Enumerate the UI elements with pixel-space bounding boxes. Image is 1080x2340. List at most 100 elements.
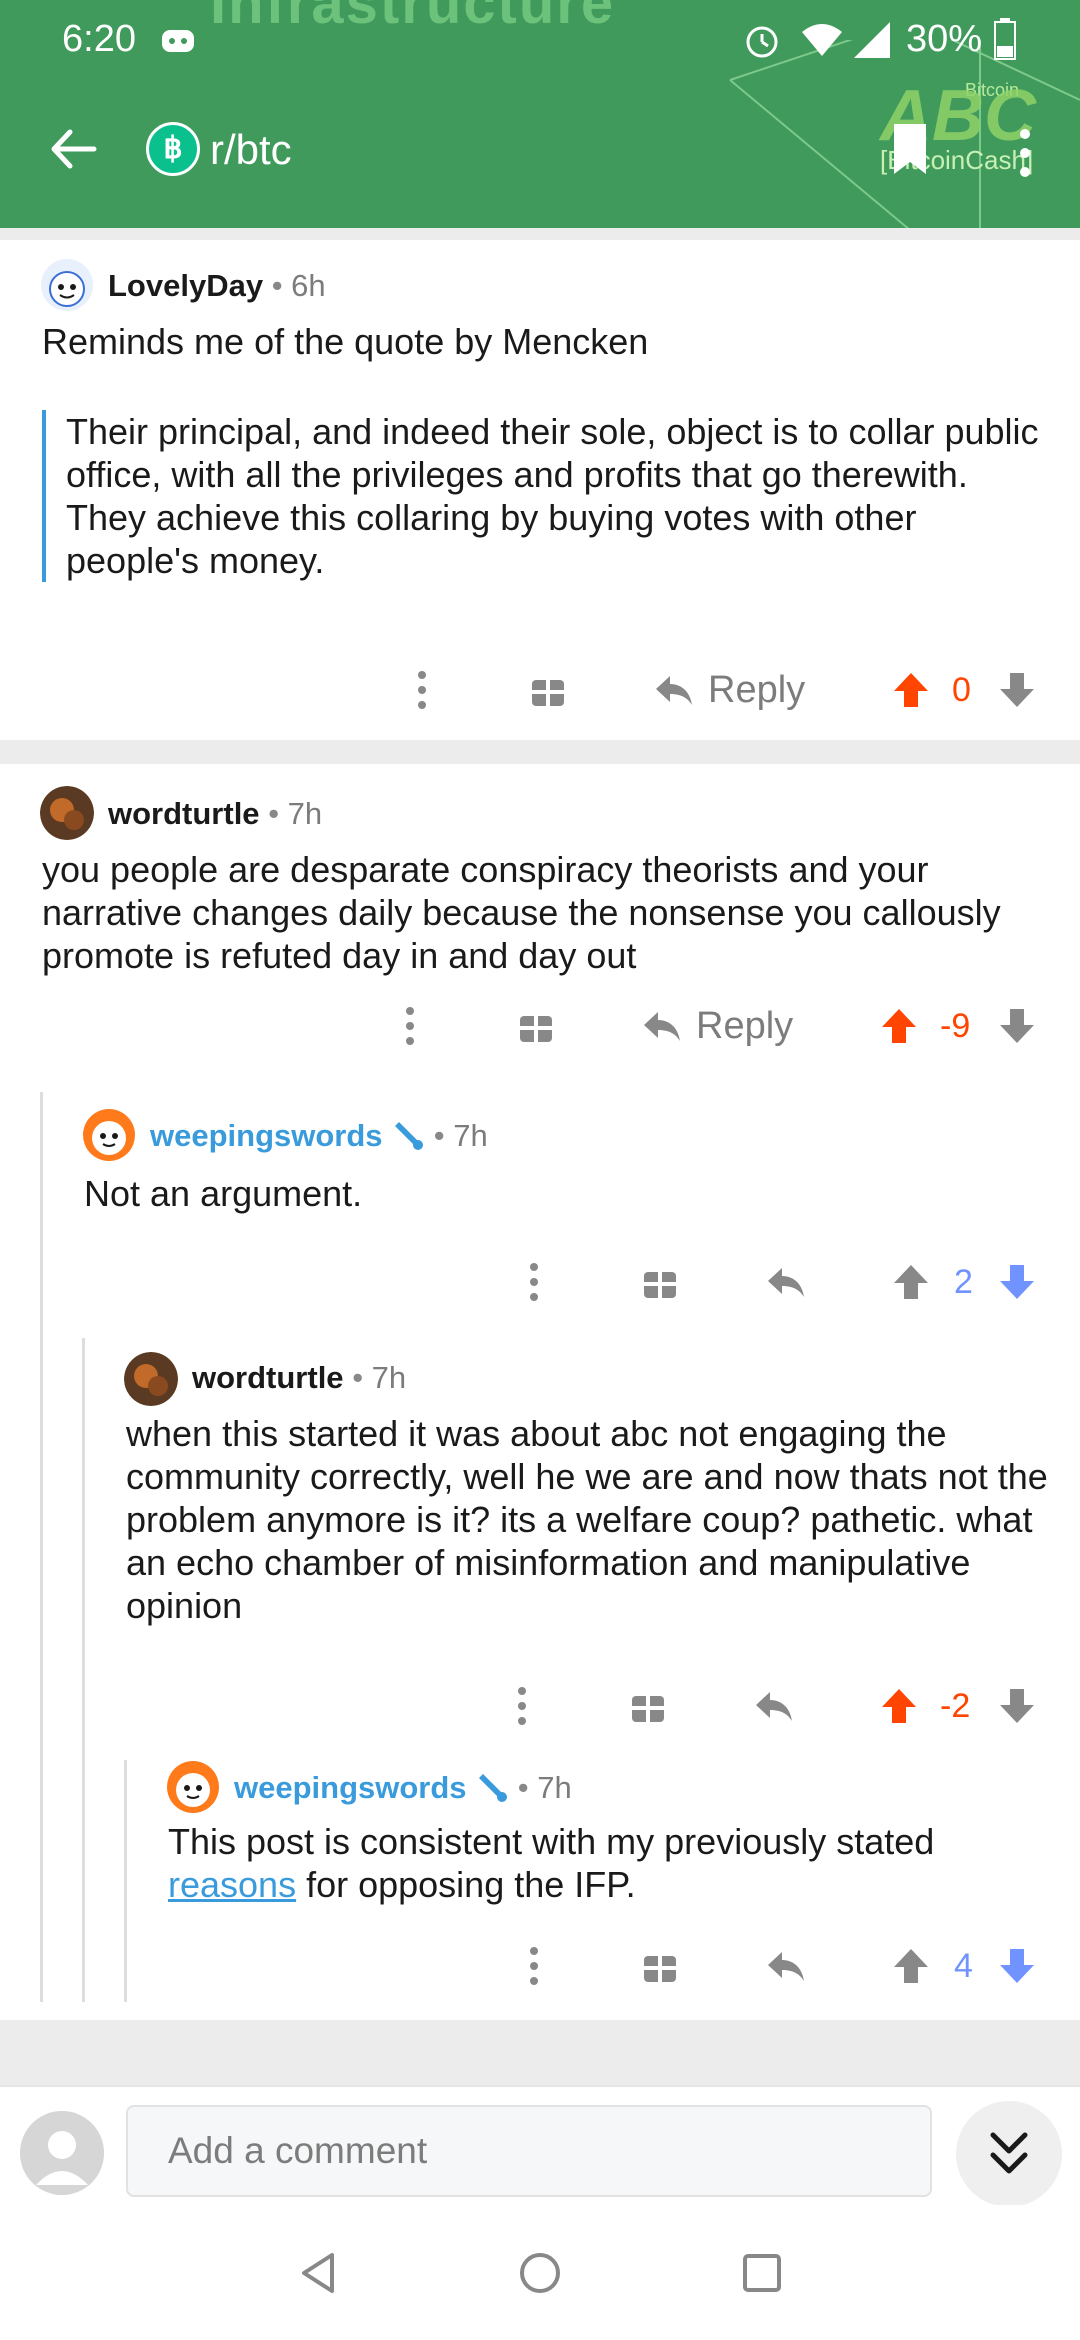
reply-button[interactable] — [766, 1936, 806, 1996]
toolbar: ฿ r/btc — [0, 100, 1080, 200]
reasons-link[interactable]: reasons — [168, 1864, 296, 1905]
score: 2 — [954, 1252, 973, 1312]
downvote-arrow-icon[interactable] — [998, 1687, 1036, 1725]
separator: • — [433, 1118, 454, 1153]
more-options[interactable] — [512, 1676, 532, 1736]
subreddit-name[interactable]: r/btc — [210, 126, 292, 174]
downvote-button[interactable] — [998, 1676, 1036, 1736]
comment-age: 7h — [371, 1360, 407, 1395]
upvote-button[interactable] — [880, 1676, 918, 1736]
reply-button[interactable]: Reply — [654, 660, 805, 720]
award-button[interactable] — [642, 1252, 678, 1312]
comment-body: This post is consistent with my previous… — [168, 1820, 1048, 1906]
nav-back-icon[interactable] — [298, 2251, 338, 2295]
status-bar: 6:20 30% — [0, 0, 1080, 80]
comment-actions: 4 — [0, 1936, 1080, 1996]
collapse-comments-button[interactable] — [956, 2101, 1062, 2207]
upvote-arrow-icon[interactable] — [880, 1007, 918, 1045]
gift-icon[interactable] — [642, 1264, 678, 1300]
list-end-spacer — [0, 2020, 1080, 2085]
reply-icon[interactable] — [766, 1948, 806, 1984]
divider — [0, 228, 1080, 240]
award-button[interactable] — [530, 660, 566, 720]
vertical-dots-icon[interactable] — [412, 670, 432, 710]
cell-signal-icon — [854, 22, 890, 58]
reply-label[interactable]: Reply — [708, 669, 805, 712]
comment-author[interactable]: wordturtle — [192, 1360, 344, 1395]
avatar[interactable] — [166, 1760, 220, 1814]
reply-icon[interactable] — [766, 1264, 806, 1300]
alarm-icon — [746, 26, 778, 58]
downvote-arrow-icon[interactable] — [998, 671, 1036, 709]
more-options[interactable] — [412, 660, 432, 720]
score-value: -9 — [940, 1006, 971, 1045]
comment-age: 7h — [287, 796, 323, 831]
upvote-arrow-icon[interactable] — [892, 671, 930, 709]
comment-meta: LovelyDay • 6h — [108, 268, 326, 304]
battery-icon — [994, 18, 1016, 60]
upvote-button[interactable] — [880, 996, 918, 1056]
downvote-arrow-icon[interactable] — [998, 1947, 1036, 1985]
upvote-arrow-icon[interactable] — [880, 1687, 918, 1725]
upvote-button[interactable] — [892, 1936, 930, 1996]
downvote-button[interactable] — [998, 1252, 1036, 1312]
gift-icon[interactable] — [642, 1948, 678, 1984]
score: 0 — [952, 660, 971, 720]
comment-author[interactable]: wordturtle — [108, 796, 260, 831]
award-button[interactable] — [642, 1936, 678, 1996]
comment-body: when this started it was about abc not e… — [126, 1413, 1048, 1626]
bookmark-icon[interactable] — [892, 122, 928, 176]
gift-icon[interactable] — [530, 672, 566, 708]
mod-wrench-icon — [479, 1774, 508, 1802]
award-button[interactable] — [630, 1676, 666, 1736]
reply-icon[interactable] — [754, 1688, 794, 1724]
score: -2 — [940, 1676, 970, 1736]
downvote-button[interactable] — [998, 660, 1036, 720]
avatar[interactable] — [124, 1352, 178, 1406]
nav-recents-icon[interactable] — [742, 2253, 782, 2293]
user-avatar[interactable] — [20, 2111, 104, 2195]
double-chevron-down-icon[interactable] — [989, 2131, 1029, 2177]
reply-icon[interactable] — [654, 672, 694, 708]
subreddit-icon[interactable]: ฿ — [146, 122, 200, 176]
upvote-arrow-icon[interactable] — [892, 1947, 930, 1985]
comment-wordturtle: wordturtle • 7h you people are desparate… — [0, 764, 1080, 1064]
avatar[interactable] — [40, 786, 94, 840]
vertical-dots-icon[interactable] — [400, 1006, 420, 1046]
comment-meta: weepingswords • 7h — [150, 1118, 488, 1154]
more-options[interactable] — [524, 1936, 544, 1996]
more-options[interactable] — [524, 1252, 544, 1312]
more-options[interactable] — [400, 996, 420, 1056]
reply-label[interactable]: Reply — [696, 1005, 793, 1048]
comment-composer: Add a comment — [0, 2085, 1080, 2207]
vertical-dots-icon[interactable] — [512, 1686, 532, 1726]
comment-author[interactable]: weepingswords — [234, 1770, 467, 1805]
reply-button[interactable]: Reply — [642, 996, 793, 1056]
downvote-button[interactable] — [998, 1936, 1036, 1996]
downvote-arrow-icon[interactable] — [998, 1007, 1036, 1045]
reply-button[interactable] — [766, 1252, 806, 1312]
comment-author[interactable]: weepingswords — [150, 1118, 383, 1153]
reply-button[interactable] — [754, 1676, 794, 1736]
avatar[interactable] — [40, 258, 94, 312]
gift-icon[interactable] — [518, 1008, 554, 1044]
comment-wordturtle-reply: wordturtle • 7h when this started it was… — [0, 1338, 1080, 1754]
upvote-button[interactable] — [892, 1252, 930, 1312]
upvote-button[interactable] — [892, 660, 930, 720]
add-comment-input[interactable]: Add a comment — [126, 2105, 932, 2197]
avatar[interactable] — [82, 1108, 136, 1162]
downvote-button[interactable] — [998, 996, 1036, 1056]
overflow-menu-icon[interactable] — [1010, 128, 1040, 178]
award-button[interactable] — [518, 996, 554, 1056]
vertical-dots-icon[interactable] — [524, 1946, 544, 1986]
reply-icon[interactable] — [642, 1008, 682, 1044]
comment-author[interactable]: LovelyDay — [108, 268, 263, 303]
score-value: 0 — [952, 670, 971, 709]
vertical-dots-icon[interactable] — [524, 1262, 544, 1302]
upvote-arrow-icon[interactable] — [892, 1263, 930, 1301]
gift-icon[interactable] — [630, 1688, 666, 1724]
comment-meta: wordturtle • 7h — [108, 796, 322, 832]
back-arrow-icon[interactable] — [46, 122, 100, 176]
nav-home-icon[interactable] — [518, 2251, 562, 2295]
downvote-arrow-icon[interactable] — [998, 1263, 1036, 1301]
